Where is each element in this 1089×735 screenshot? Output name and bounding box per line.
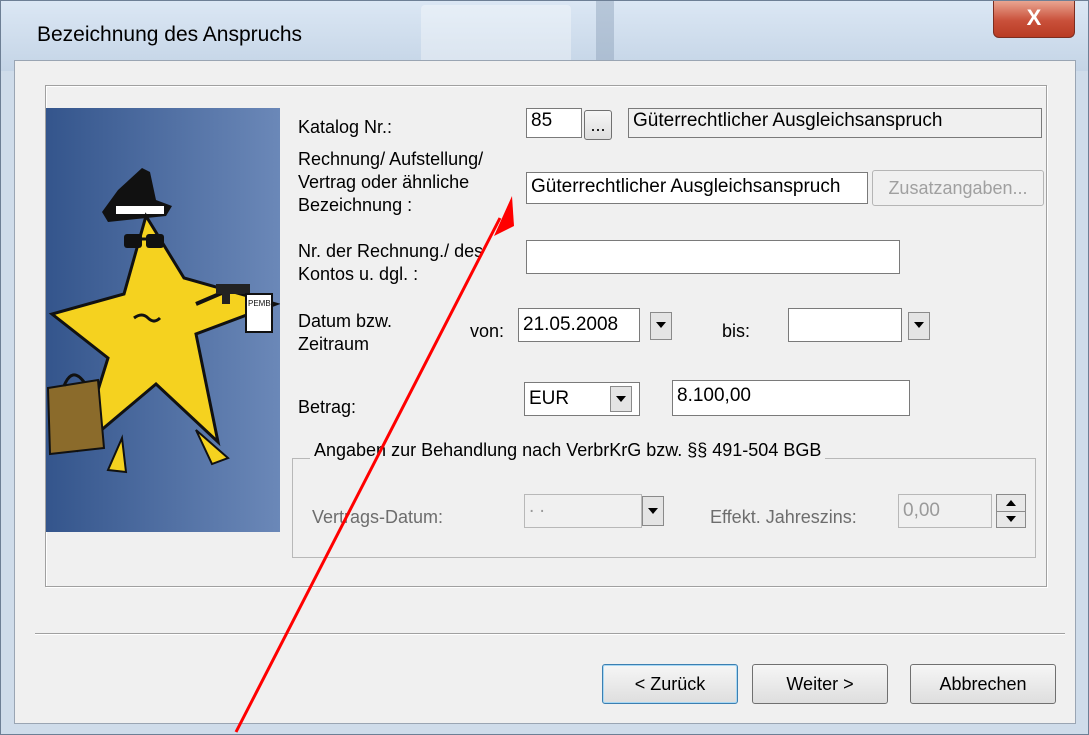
- back-button[interactable]: < Zurück: [602, 664, 738, 704]
- datum-von-dropdown[interactable]: [650, 312, 672, 340]
- bezeichnung-label-line: Vertrag oder ähnliche: [298, 172, 470, 192]
- chevron-down-icon[interactable]: [1006, 516, 1016, 522]
- datum-von-input[interactable]: 21.05.2008: [518, 308, 640, 342]
- datum-label-line: Datum bzw.: [298, 311, 393, 331]
- datum-bis-dropdown[interactable]: [908, 312, 930, 340]
- button-separator: [35, 633, 1065, 635]
- bezeichnung-label-line: Bezeichnung :: [298, 195, 413, 215]
- chevron-down-icon: [648, 508, 658, 514]
- star-mascot-illustration: PEMB: [46, 168, 280, 474]
- katalog-description-field: Güterrechtlicher Ausgleichsanspruch: [628, 108, 1042, 138]
- katalog-label: Katalog Nr.:: [298, 117, 393, 137]
- datum-label-line: Zeitraum: [298, 334, 370, 354]
- title-bar-glass-reflection: [421, 5, 571, 65]
- von-label: von:: [470, 321, 505, 341]
- chevron-down-icon: [656, 322, 666, 328]
- close-button[interactable]: X: [993, 1, 1075, 38]
- zusatzangaben-button[interactable]: Zusatzangaben...: [872, 170, 1044, 206]
- next-button[interactable]: Weiter >: [752, 664, 888, 704]
- hat-band: [116, 206, 164, 214]
- bezeichnung-input[interactable]: Güterrechtlicher Ausgleichsanspruch: [526, 172, 868, 204]
- jahreszins-input[interactable]: 0,00: [898, 494, 992, 528]
- chevron-down-icon: [914, 322, 924, 328]
- vertragsdatum-label: Vertrags-Datum:: [312, 507, 444, 527]
- betrag-input[interactable]: 8.100,00: [672, 380, 910, 416]
- cancel-button[interactable]: Abbrechen: [910, 664, 1056, 704]
- nummer-label-line: Nr. der Rechnung./ des: [298, 241, 484, 261]
- jahreszins-label: Effekt. Jahreszins:: [710, 507, 857, 527]
- chevron-up-icon[interactable]: [1006, 500, 1016, 506]
- wizard-banner-image: PEMB: [46, 108, 280, 532]
- currency-dropdown[interactable]: [610, 386, 632, 412]
- datum-label: Datum bzw. Zeitraum: [298, 310, 392, 356]
- vertragsdatum-input[interactable]: . .: [524, 494, 642, 528]
- betrag-label: Betrag:: [298, 397, 357, 417]
- close-icon: X: [1026, 5, 1042, 30]
- chevron-down-icon: [616, 396, 626, 402]
- katalog-browse-button[interactable]: ...: [584, 110, 612, 140]
- bis-label: bis:: [722, 321, 751, 341]
- bezeichnung-label: Rechnung/ Aufstellung/ Vertrag oder ähnl…: [298, 148, 483, 217]
- jahreszins-spinner[interactable]: [996, 494, 1026, 528]
- bezeichnung-label-line: Rechnung/ Aufstellung/: [298, 149, 484, 169]
- window-title: Bezeichnung des Anspruchs: [37, 23, 303, 46]
- vertragsdatum-dropdown[interactable]: [642, 496, 664, 526]
- bag-icon: [46, 378, 106, 456]
- rechnungsnummer-input[interactable]: [526, 240, 900, 274]
- katalog-number-input[interactable]: 85: [526, 108, 582, 138]
- flag-text: PEMB: [248, 299, 271, 308]
- datum-bis-input[interactable]: [788, 308, 902, 342]
- nummer-label: Nr. der Rechnung./ des Kontos u. dgl. :: [298, 240, 483, 286]
- verbrkrg-group-label: Angaben zur Behandlung nach VerbrKrG bzw…: [310, 440, 826, 461]
- spinner-divider: [997, 511, 1025, 512]
- nummer-label-line: Kontos u. dgl. :: [298, 264, 419, 284]
